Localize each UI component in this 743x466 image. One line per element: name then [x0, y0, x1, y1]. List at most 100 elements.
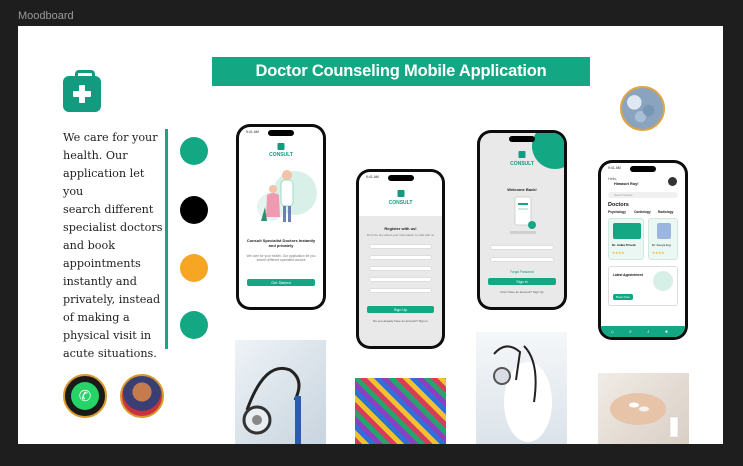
brand-name: CONSULT	[510, 161, 534, 167]
search-icon[interactable]: ⌕	[629, 329, 632, 335]
login-illustration	[510, 196, 536, 234]
doctor-name: Dr. Anika Trivedi	[612, 243, 636, 247]
bottom-nav: ⌂ ⌕ ♪ ●	[601, 326, 685, 337]
password-field[interactable]	[490, 257, 554, 262]
hand-pills-drawing	[610, 393, 679, 438]
brand-name: CONSULT	[269, 152, 293, 158]
onboarding-heading: Consult Specialist Doctors Instantly and…	[246, 238, 316, 248]
password-field[interactable]	[369, 277, 432, 282]
description-line: acute situations.	[63, 347, 157, 360]
confirm-password-field[interactable]	[369, 288, 432, 293]
phone-notch	[630, 166, 656, 172]
dashboard-screen: 9:41 AM Hello, Himasiri Roy! Search doct…	[601, 163, 685, 337]
appointment-card[interactable]: Latest Appointment Book Now	[608, 266, 678, 306]
rating-stars-icon: ★★★★	[652, 251, 665, 255]
description-text: We care for your health. Our application…	[63, 129, 165, 363]
user-name: Himasiri Roy!	[614, 182, 639, 186]
phone-field[interactable]	[369, 266, 432, 271]
doctor-photo	[613, 223, 641, 239]
doctor-stethoscope-photo	[476, 332, 567, 444]
home-icon[interactable]: ⌂	[611, 329, 614, 335]
sign-up-link[interactable]: Don't have an account? Sign Up	[486, 290, 558, 295]
doctor-avatar-photo	[120, 374, 164, 418]
description-line: privately, instead	[63, 293, 161, 306]
status-time: 9:41 AM	[246, 130, 259, 134]
brand-name: CONSULT	[388, 200, 413, 206]
tab-radiology[interactable]: Radiology	[658, 210, 673, 214]
whatsapp-icon: ✆	[63, 374, 107, 418]
register-subtitle: Don't be shy about your information to c…	[366, 233, 435, 237]
description-line: physical visit in	[63, 329, 152, 342]
whatsapp-glyph: ✆	[71, 382, 99, 410]
app-logo-icon	[518, 151, 526, 158]
page-title: Doctor Counseling Mobile Application	[212, 57, 590, 86]
profile-icon[interactable]: ●	[665, 329, 668, 335]
book-now-button[interactable]: Book Now	[613, 294, 633, 300]
name-field[interactable]	[369, 244, 432, 249]
onboarding-screen: 9:41 AM CONSULT Consult Specialist Docto…	[239, 127, 323, 307]
status-time: 9:41 AM	[366, 175, 379, 179]
description-line: application let you	[63, 167, 145, 198]
color-swatch-primary-2	[180, 311, 208, 339]
doctor-photo	[657, 223, 671, 239]
app-logo-icon	[277, 143, 285, 150]
sign-up-button[interactable]: Sign Up	[367, 306, 434, 313]
rating-stars-icon: ★★★★	[612, 251, 625, 255]
sign-in-button[interactable]: Sign in	[488, 278, 556, 285]
tab-cardiology[interactable]: Cardiology	[634, 210, 651, 214]
color-swatch-primary	[180, 137, 208, 165]
medical-kit-icon	[63, 70, 101, 112]
phone-notch	[387, 175, 414, 181]
description-line: and book	[63, 239, 116, 252]
plus-horizontal	[73, 91, 91, 97]
tab-psychology[interactable]: Psychology	[608, 210, 626, 214]
register-screen: 9:41 AM CONSULT Register with us! Don't …	[359, 172, 442, 346]
description-line: of making a	[63, 311, 130, 324]
appointment-title: Latest Appointment	[613, 273, 643, 277]
color-swatch-black	[180, 196, 208, 224]
get-started-button[interactable]: Get Started	[247, 279, 315, 286]
phone-onboarding: 9:41 AM CONSULT Consult Specialist Docto…	[236, 124, 326, 310]
description-line: instantly and	[63, 275, 137, 288]
doctor-card[interactable]: Dr. Kenya ling ★★★★	[648, 218, 678, 260]
doctor-name: Dr. Kenya ling	[652, 243, 671, 247]
email-field[interactable]	[490, 245, 554, 250]
register-heading: Register with us!	[384, 226, 417, 231]
stethoscope-photo	[235, 340, 326, 444]
bell-icon[interactable]: ♪	[647, 329, 650, 335]
description-line: health. Our	[63, 149, 128, 162]
greeting-text: Hello,	[608, 177, 618, 181]
phone-notch	[509, 136, 535, 142]
user-avatar[interactable]	[668, 177, 677, 186]
search-input[interactable]: Search doctor	[608, 192, 678, 198]
doctor-hand-drawing	[493, 345, 552, 442]
description-line: We care for your	[63, 131, 158, 144]
doctor-illustration	[257, 170, 317, 222]
app-logo-icon	[397, 190, 404, 197]
description-line: specialist doctors	[63, 221, 163, 234]
pills-in-hand-photo	[598, 373, 689, 444]
doctors-section-title: Doctors	[608, 202, 629, 208]
accent-divider	[165, 129, 168, 349]
moodboard-canvas: Doctor Counseling Mobile Application We …	[18, 26, 723, 444]
description-line: appointments	[63, 257, 141, 270]
onboarding-body: We care for your health. Our application…	[246, 254, 316, 262]
frame-label: Moodboard	[18, 10, 74, 22]
phone-notch	[268, 130, 294, 136]
email-field[interactable]	[369, 255, 432, 260]
login-screen: CONSULT Welcome Back! Forgot Password Si…	[480, 133, 564, 307]
appointment-illustration	[653, 271, 673, 291]
phone-login: CONSULT Welcome Back! Forgot Password Si…	[477, 130, 567, 310]
forgot-password-link[interactable]: Forgot Password	[486, 270, 558, 275]
phone-dashboard: 9:41 AM Hello, Himasiri Roy! Search doct…	[598, 160, 688, 340]
pills-photo	[620, 86, 665, 131]
pills-pile-photo	[355, 378, 446, 444]
description-line: search different	[63, 203, 154, 216]
color-swatch-accent	[180, 254, 208, 282]
stethoscope-drawing	[242, 367, 301, 444]
phone-register: 9:41 AM CONSULT Register with us! Don't …	[356, 169, 445, 349]
doctor-card[interactable]: Dr. Anika Trivedi ★★★★	[608, 218, 644, 260]
sign-in-link[interactable]: Do you already have an account? Sign in	[365, 319, 436, 324]
status-time: 9:41 AM	[608, 166, 621, 170]
login-heading: Welcome Back!	[507, 187, 537, 192]
